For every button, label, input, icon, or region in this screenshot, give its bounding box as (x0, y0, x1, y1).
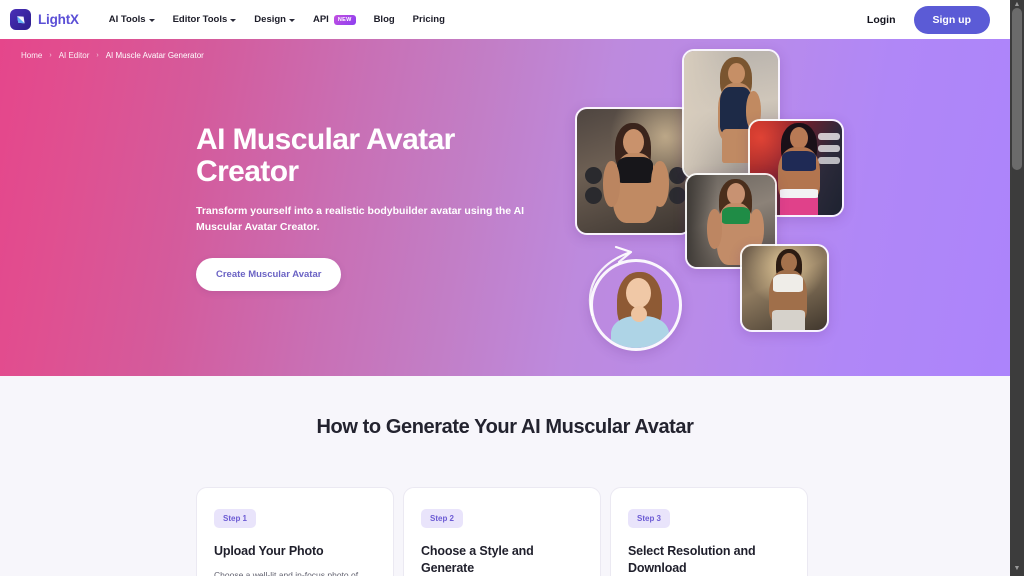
lightx-logo-icon (10, 9, 31, 30)
scrollbar-thumb[interactable] (1012, 8, 1022, 170)
muscular-avatar-white-top-warm-light[interactable] (740, 244, 829, 332)
nav-item-design[interactable]: Design (254, 14, 295, 25)
brand-name: LightX (38, 12, 79, 27)
signup-button[interactable]: Sign up (913, 5, 990, 34)
source-portrait-photo[interactable] (590, 259, 682, 351)
create-muscular-avatar-button[interactable]: Create Muscular Avatar (196, 258, 342, 292)
how-to-title: How to Generate Your AI Muscular Avatar (316, 416, 694, 438)
chevron-down-icon (148, 18, 155, 22)
nav-item-editor-tools[interactable]: Editor Tools (173, 14, 237, 25)
main-navbar: LightX AI Tools Editor Tools Design API … (0, 0, 1010, 39)
hero-subtitle: Transform yourself into a realistic body… (196, 204, 525, 233)
muscular-avatar-gym-black-top[interactable] (575, 107, 692, 235)
chevron-down-icon (230, 18, 237, 22)
step-desc-1: Choose a well-lit and in-focus photo of (214, 570, 359, 576)
nav-label-editor-tools: Editor Tools (172, 14, 228, 25)
step-badge-1: Step 1 (214, 509, 257, 528)
browser-viewport: LightX AI Tools Editor Tools Design API … (0, 0, 1010, 576)
nav-label-api: API (312, 14, 329, 25)
step-badge-3: Step 3 (628, 509, 671, 528)
step-badge-2: Step 2 (421, 509, 464, 528)
breadcrumb: Home › AI Editor › AI Muscle Avatar Gene… (21, 51, 204, 60)
nav-label-ai-tools: AI Tools (108, 14, 146, 25)
how-to-section: How to Generate Your AI Muscular Avatar … (0, 376, 1010, 576)
chevron-down-icon (288, 18, 295, 22)
step-card-1: Step 1 Upload Your Photo Choose a well-l… (196, 487, 394, 576)
page-title: AI Muscular Avatar Creator (196, 123, 455, 189)
scroll-down-arrow-icon[interactable]: ▼ (1010, 564, 1024, 574)
nav-label-blog: Blog (373, 14, 395, 25)
step-card-3: Step 3 Select Resolution and Download (610, 487, 808, 576)
nav-links: AI Tools Editor Tools Design API NEW Blo… (109, 14, 445, 25)
login-link[interactable]: Login (867, 14, 896, 26)
breadcrumb-separator-icon: › (96, 52, 99, 59)
step-card-2: Step 2 Choose a Style and Generate (403, 487, 601, 576)
nav-label-design: Design (254, 14, 286, 25)
step-title-3: Select Resolution and Download (628, 544, 756, 576)
breadcrumb-item-ai-editor[interactable]: AI Editor (59, 51, 90, 60)
vertical-scrollbar[interactable]: ▲ ▼ (1010, 0, 1024, 576)
nav-item-api[interactable]: API NEW (313, 14, 356, 25)
how-to-steps: Step 1 Upload Your Photo Choose a well-l… (196, 487, 808, 576)
hero-image-collage (560, 39, 1010, 376)
breadcrumb-separator-icon: › (49, 52, 52, 59)
nav-item-ai-tools[interactable]: AI Tools (109, 14, 155, 25)
new-badge: NEW (333, 14, 356, 25)
breadcrumb-item-current: AI Muscle Avatar Generator (105, 51, 204, 60)
brand-logo[interactable]: LightX (10, 9, 79, 30)
nav-item-pricing[interactable]: Pricing (413, 14, 445, 25)
nav-actions: Login Sign up (867, 5, 996, 34)
nav-item-blog[interactable]: Blog (374, 14, 395, 25)
step-title-1: Upload Your Photo (214, 544, 324, 558)
hero-section: Home › AI Editor › AI Muscle Avatar Gene… (0, 39, 1010, 376)
breadcrumb-item-home[interactable]: Home (21, 51, 42, 60)
step-title-2: Choose a Style and Generate (421, 544, 534, 576)
nav-label-pricing: Pricing (412, 14, 445, 25)
hero-copy: AI Muscular Avatar Creator Transform you… (196, 123, 556, 292)
